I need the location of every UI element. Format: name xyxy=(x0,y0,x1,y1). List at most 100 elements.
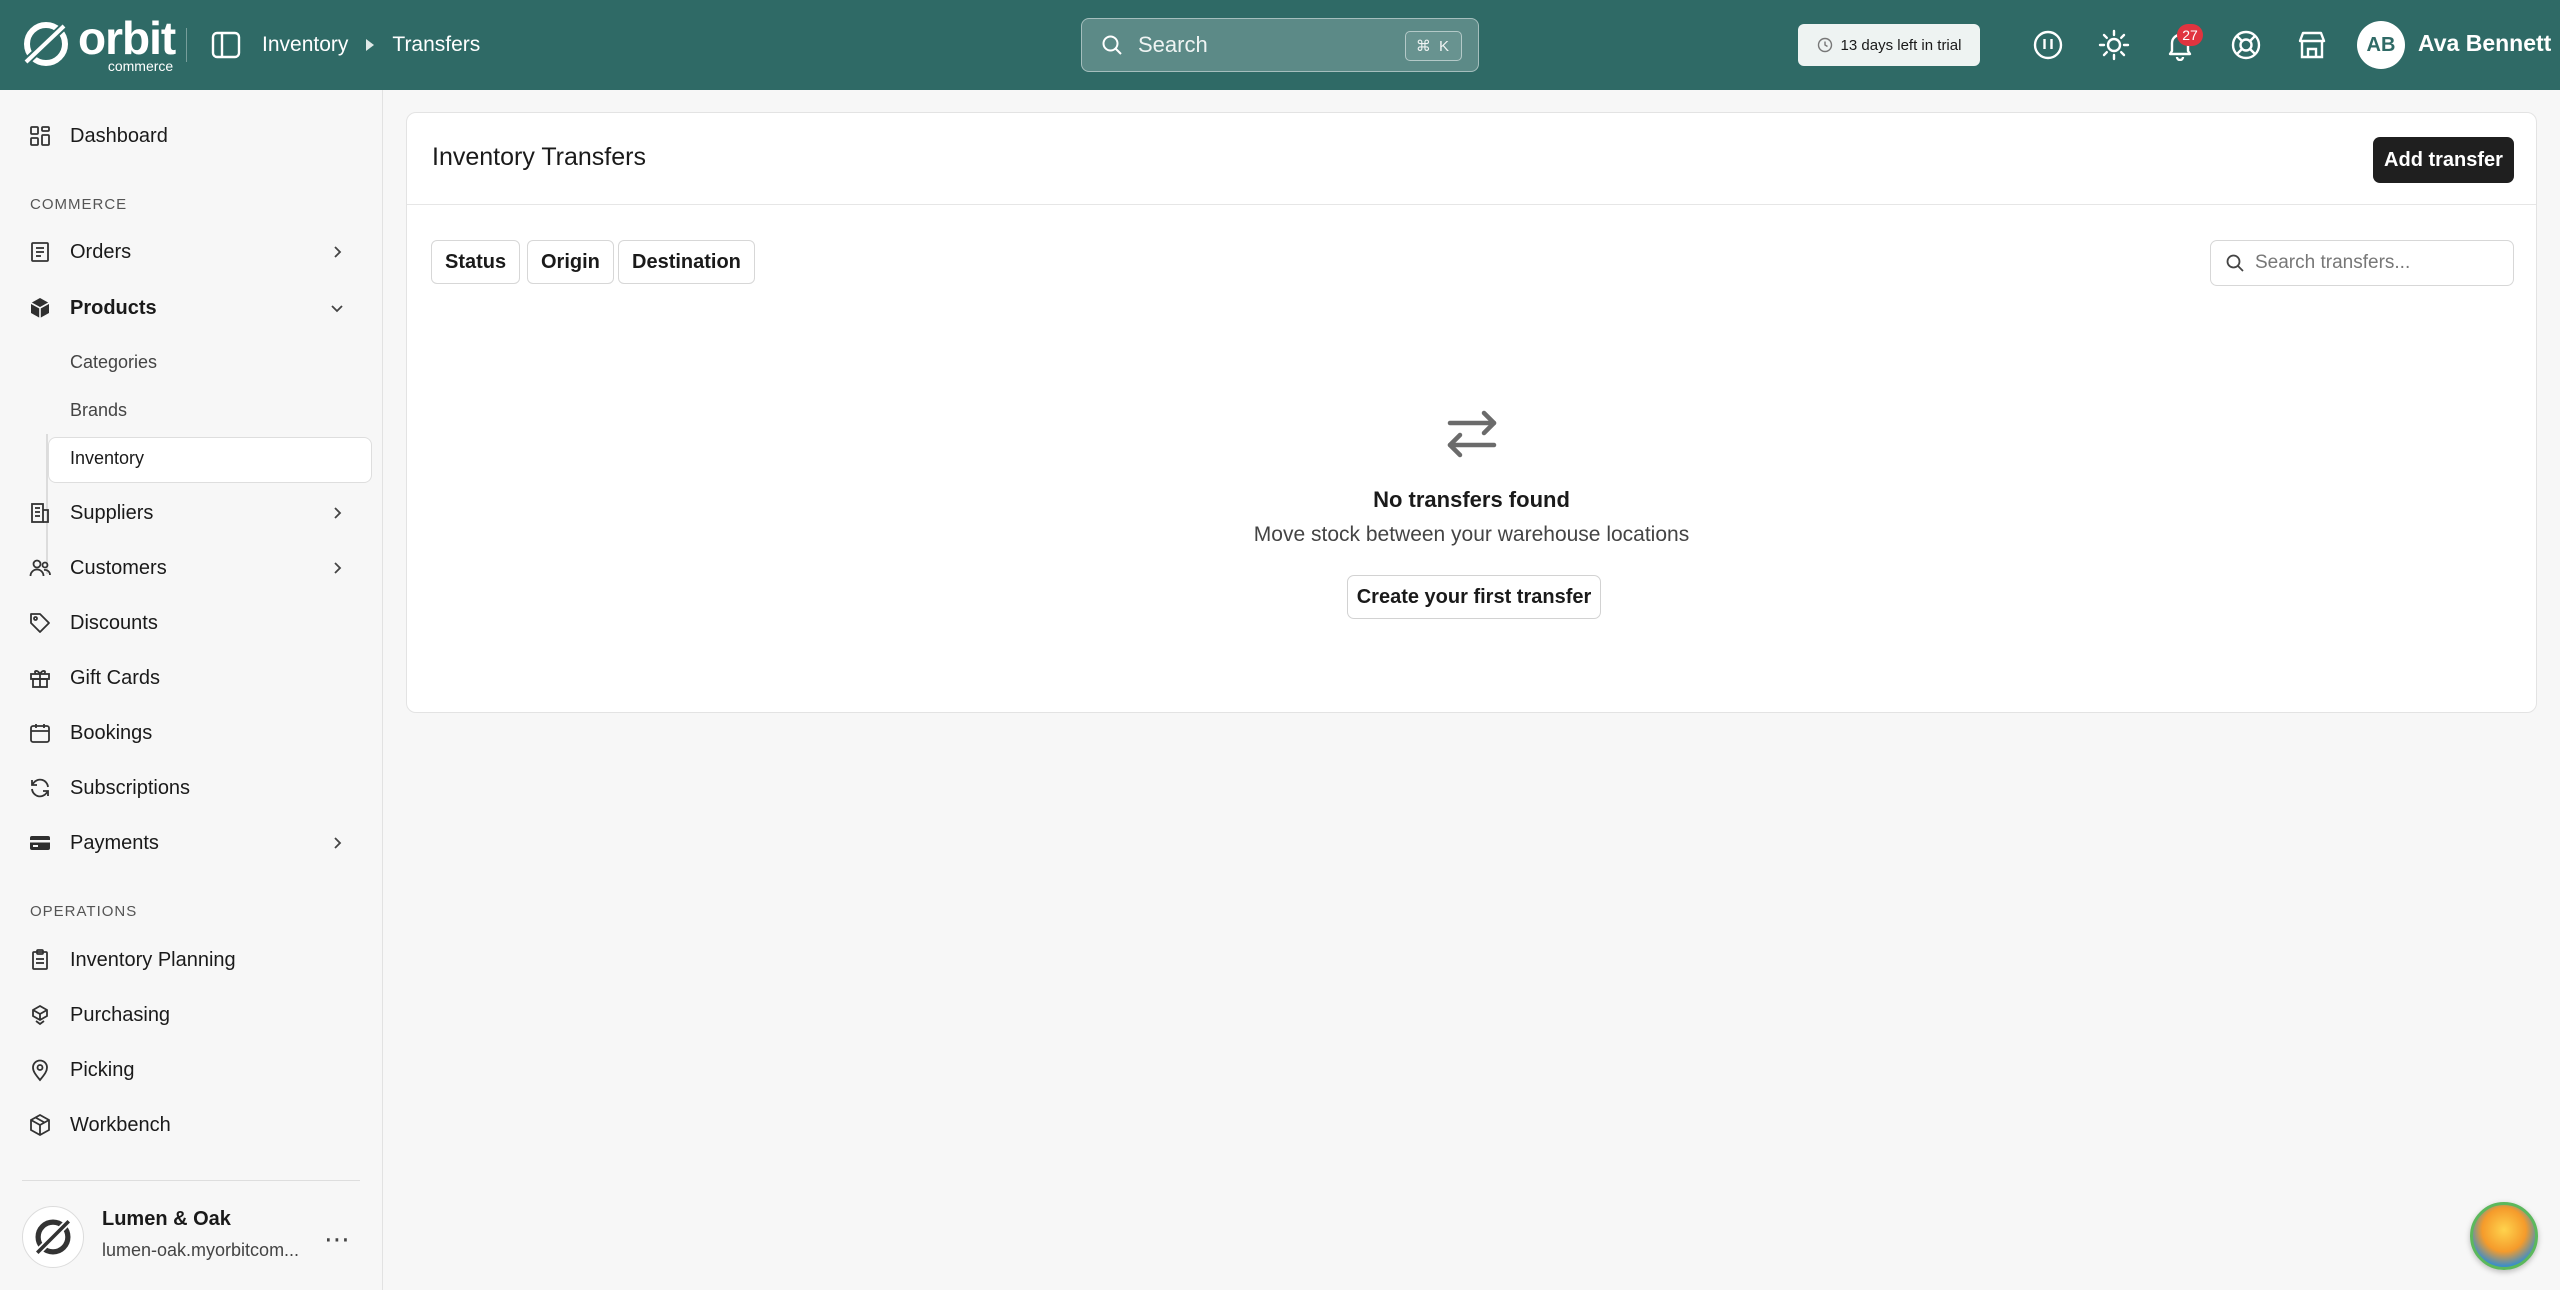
sidebar-item-label: Dashboard xyxy=(70,124,168,147)
user-name[interactable]: Ava Bennett xyxy=(2418,30,2551,57)
sidebar-item-label: Discounts xyxy=(70,611,158,634)
calendar-icon xyxy=(30,724,50,743)
search-shortcut: ⌘ K xyxy=(1404,31,1462,61)
chevron-down-icon xyxy=(331,305,343,313)
storefront-button[interactable] xyxy=(2294,27,2330,63)
search-icon xyxy=(1102,35,1122,55)
sidebar-item-label: Customers xyxy=(70,556,167,579)
sidebar-item-gift-cards[interactable]: Gift Cards xyxy=(28,656,356,700)
filter-origin-button[interactable]: Origin xyxy=(527,240,614,284)
card-header: Inventory Transfers Add transfer xyxy=(407,113,2536,205)
filter-status-button[interactable]: Status xyxy=(431,240,521,284)
notification-count-badge: 27 xyxy=(2177,24,2203,46)
search-icon xyxy=(2226,254,2244,272)
filter-destination-button[interactable]: Destination xyxy=(618,240,755,284)
sidebar-item-orders[interactable]: Orders xyxy=(28,230,356,274)
top-bar: orbit commerce Inventory Transfers Searc… xyxy=(0,0,2560,90)
sidebar-item-customers[interactable]: Customers xyxy=(28,546,356,590)
top-divider xyxy=(186,28,187,62)
refresh-icon xyxy=(31,778,49,798)
map-pin-icon xyxy=(32,1059,48,1082)
sidebar-subitem-brands[interactable]: Brands xyxy=(70,400,127,421)
global-search[interactable]: Search ⌘ K xyxy=(1081,18,1479,72)
sidebar-item-discounts[interactable]: Discounts xyxy=(28,601,356,645)
sidebar-item-workbench[interactable]: Workbench xyxy=(28,1103,356,1147)
store-name: Lumen & Oak xyxy=(102,1208,231,1230)
gift-icon xyxy=(30,670,50,688)
breadcrumb-transfers: Transfers xyxy=(392,33,481,56)
add-transfer-button[interactable]: Add transfer xyxy=(2373,137,2514,183)
sidebar-item-label: Bookings xyxy=(70,721,153,744)
store-logo-icon xyxy=(34,1218,72,1256)
orbit-logo-icon xyxy=(24,22,68,66)
store-url: lumen-oak.myorbitcom... xyxy=(102,1240,300,1260)
sidebar-subitem-categories[interactable]: Categories xyxy=(70,352,157,373)
sidebar-item-suppliers[interactable]: Suppliers xyxy=(28,491,356,535)
sidebar-item-label: Workbench xyxy=(70,1113,171,1136)
credit-card-icon xyxy=(30,836,50,850)
sidebar-subitem-inventory[interactable]: Inventory xyxy=(70,448,144,469)
sidebar-item-dashboard[interactable]: Dashboard xyxy=(28,114,356,158)
theme-toggle-button[interactable] xyxy=(2096,27,2132,63)
dashboard-icon xyxy=(30,126,50,146)
clipboard-icon xyxy=(32,949,48,970)
users-icon xyxy=(29,559,51,577)
sidebar-item-bookings[interactable]: Bookings xyxy=(28,711,356,755)
sidebar-item-inventory-planning[interactable]: Inventory Planning xyxy=(28,938,356,982)
trial-text: 13 days left in trial xyxy=(1840,36,1962,54)
trial-badge[interactable]: 13 days left in trial xyxy=(1798,24,1980,66)
sidebar-divider xyxy=(22,1180,360,1181)
brand-sub: commerce xyxy=(107,58,174,74)
feedback-button[interactable] xyxy=(2030,27,2066,63)
transfer-arrows-icon xyxy=(1447,410,1497,458)
avatar[interactable]: AB xyxy=(2357,21,2405,69)
sidebar-item-label: Picking xyxy=(70,1058,135,1081)
sidebar-item-label: Orders xyxy=(70,240,132,263)
chevron-right-icon xyxy=(334,562,342,574)
sidebar-item-label: Subscriptions xyxy=(70,776,191,799)
transfers-card: Inventory Transfers Add transfer Status … xyxy=(406,112,2537,713)
sidebar-item-label: Inventory Planning xyxy=(70,948,236,971)
sidebar-item-payments[interactable]: Payments xyxy=(28,821,356,865)
more-options-icon[interactable]: ⋯ xyxy=(324,1224,351,1255)
sidebar-item-purchasing[interactable]: Purchasing xyxy=(28,993,356,1037)
clock-icon xyxy=(1817,37,1832,53)
sidebar-toggle-icon[interactable] xyxy=(210,30,242,60)
tag-icon xyxy=(30,613,50,633)
breadcrumb-inventory[interactable]: Inventory xyxy=(262,33,348,57)
chevron-right-icon xyxy=(334,837,342,849)
sidebar-item-label: Suppliers xyxy=(70,501,154,524)
boxes-icon xyxy=(32,1004,48,1026)
section-label-operations: OPERATIONS xyxy=(30,903,138,920)
store-switcher[interactable]: Lumen & Oak lumen-oak.myorbitcom... ⋯ xyxy=(22,1202,360,1274)
chevron-right-icon xyxy=(334,507,342,519)
sidebar-item-label: Products xyxy=(70,296,157,319)
breadcrumb-separator-icon xyxy=(366,39,375,51)
lifebuoy-icon xyxy=(2231,30,2261,60)
empty-state-title: No transfers found xyxy=(1373,487,1570,512)
empty-state-subtitle: Move stock between your warehouse locati… xyxy=(1253,523,1690,546)
search-placeholder: Search xyxy=(1138,32,1208,57)
sidebar-item-picking[interactable]: Picking xyxy=(28,1048,356,1092)
assistant-launcher-icon[interactable] xyxy=(2470,1202,2538,1270)
sidebar-item-products[interactable]: Products xyxy=(28,286,356,330)
transfers-search-placeholder: Search transfers... xyxy=(2255,252,2411,273)
create-first-transfer-button[interactable]: Create your first transfer xyxy=(1347,575,1601,619)
sidebar: Dashboard COMMERCE Orders Products Categ… xyxy=(0,90,383,1290)
sun-icon xyxy=(2098,29,2130,61)
store-icon xyxy=(2298,31,2326,59)
brand-logo[interactable]: orbit commerce xyxy=(22,15,176,74)
section-label-commerce: COMMERCE xyxy=(30,196,128,213)
sidebar-item-label: Payments xyxy=(70,831,159,854)
alert-circle-icon xyxy=(2033,30,2063,60)
help-button[interactable] xyxy=(2228,27,2264,63)
transfers-search-input[interactable]: Search transfers... xyxy=(2210,240,2514,286)
building-icon xyxy=(31,503,49,523)
sidebar-item-subscriptions[interactable]: Subscriptions xyxy=(28,766,356,810)
breadcrumb: Inventory Transfers xyxy=(262,30,480,60)
page-title: Inventory Transfers xyxy=(432,143,646,171)
box-icon xyxy=(30,298,50,318)
receipt-icon xyxy=(31,242,49,262)
store-logo xyxy=(22,1206,84,1268)
sidebar-item-label: Purchasing xyxy=(70,1003,171,1026)
